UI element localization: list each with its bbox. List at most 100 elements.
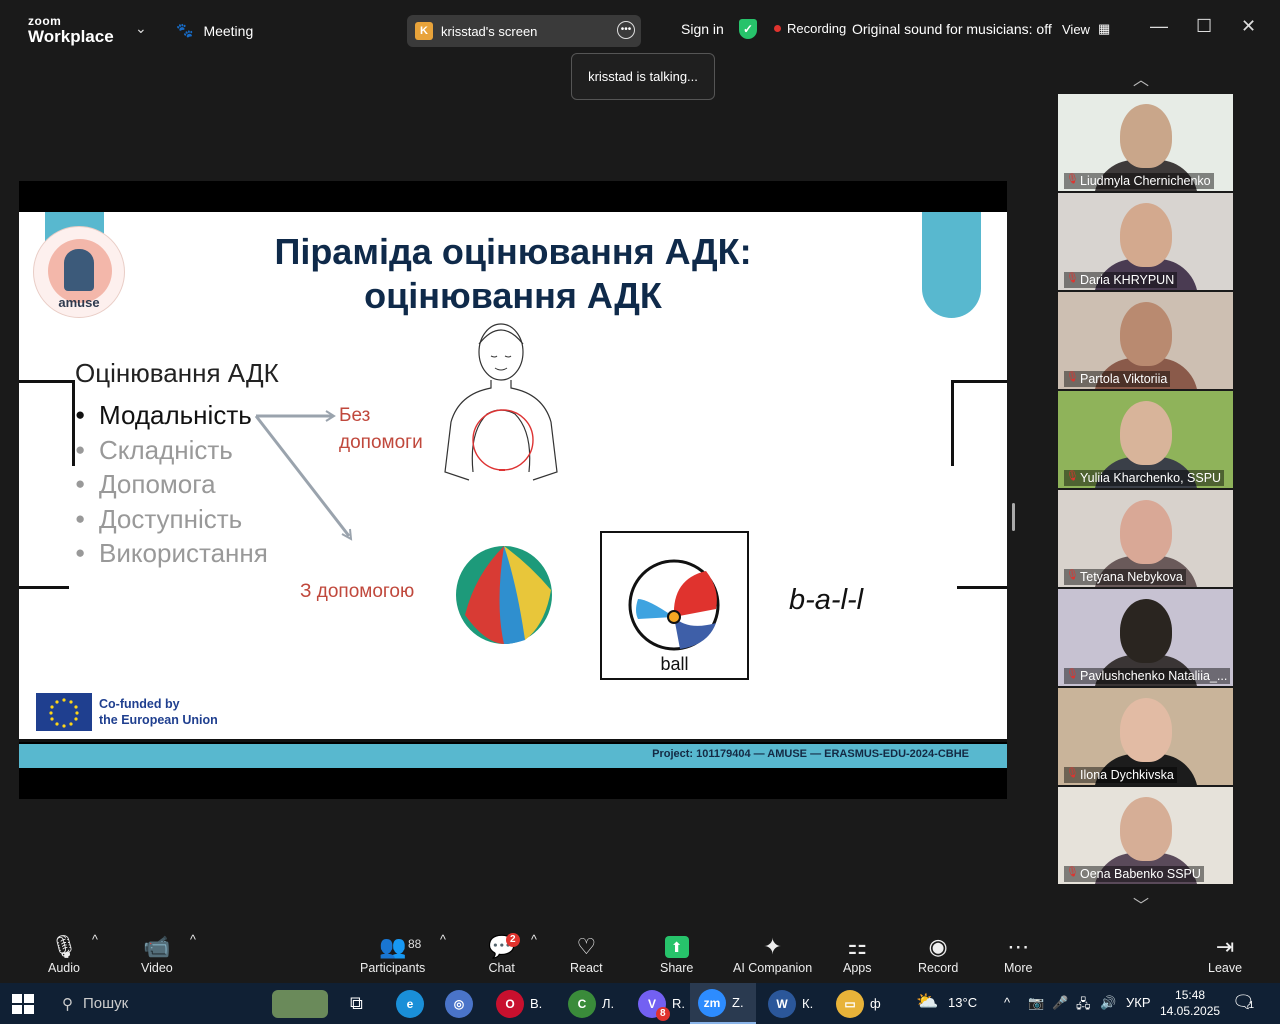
participant-name: Yuliia Kharchenko, SSPU	[1064, 470, 1225, 486]
participant-video	[1120, 599, 1172, 663]
participant-tile[interactable]: Ilona Dychkivska	[1058, 688, 1233, 785]
clock-date: 14.05.2025	[1160, 1004, 1221, 1018]
windows-start-icon[interactable]	[12, 994, 34, 1014]
leave-button[interactable]: ⇥ Leave	[1208, 933, 1242, 975]
shield-check-icon[interactable]: ✓	[739, 19, 757, 39]
leave-door-icon: ⇥	[1215, 934, 1235, 959]
audio-options-caret-icon[interactable]: ^	[92, 933, 98, 947]
task-view-button[interactable]: ⧉	[342, 983, 363, 1024]
participant-name: Oena Babenko SSPU	[1064, 866, 1204, 882]
sign-in-button[interactable]: Sign in	[681, 21, 724, 37]
more-button[interactable]: ⋯ More	[1004, 933, 1032, 975]
mic-tray-icon[interactable]: 🎤	[1052, 995, 1068, 1011]
record-button[interactable]: ◉ Record	[918, 933, 958, 975]
no-help-label: Без допомоги	[339, 402, 423, 456]
no-help-line-1: Без	[339, 405, 371, 426]
participant-tile[interactable]: Daria KHRYPUN	[1058, 193, 1233, 290]
more-options-icon[interactable]: •••	[617, 21, 635, 39]
taskbar-explorer[interactable]: ▭ ф	[828, 983, 894, 1024]
notifications-button[interactable]: 🗨 1	[1232, 992, 1255, 1013]
participants-caret-icon[interactable]: ^	[440, 933, 446, 947]
taskbar-edge[interactable]: e	[388, 983, 424, 1024]
participant-video	[1120, 302, 1172, 366]
chrome-icon: C	[568, 989, 596, 1018]
slide-title: Піраміда оцінювання АДК: оцінювання АДК	[179, 230, 847, 318]
scroll-up-icon[interactable]: ︿	[1133, 66, 1149, 90]
recording-label: Recording	[787, 21, 847, 36]
taskbar-chrome[interactable]: C Л.	[560, 983, 626, 1024]
close-icon[interactable]: ✕	[1241, 16, 1256, 37]
bracket-left	[19, 380, 75, 466]
video-label: Video	[141, 961, 173, 975]
participant-tile[interactable]: Pavlushchenko Nataliia_...	[1058, 589, 1233, 686]
criteria-item: Допомога	[75, 467, 268, 502]
chat-badge: 2	[506, 933, 520, 947]
more-dots-icon: ⋯	[1007, 934, 1030, 959]
taskbar-widget-landscape[interactable]	[264, 983, 328, 1024]
eu-line-2: the European Union	[99, 713, 218, 727]
amuse-logo: amuse	[33, 226, 125, 318]
taskbar-search[interactable]: ⚲ Пошук	[48, 983, 256, 1024]
screen-share-pill[interactable]: K krisstad's screen •••	[407, 15, 641, 47]
react-button[interactable]: ♡ React	[570, 933, 603, 975]
sharer-avatar: K	[415, 22, 433, 40]
taskbar-word[interactable]: W К.	[760, 983, 826, 1024]
participants-count: 88	[408, 937, 422, 951]
participant-video	[1120, 500, 1172, 564]
recording-indicator[interactable]: Recording	[774, 21, 846, 36]
ai-companion-button[interactable]: ✦ AI Companion	[733, 933, 812, 975]
taskbar-zoom[interactable]: zm Z.	[690, 983, 756, 1024]
video-button[interactable]: 📹 Video	[141, 933, 173, 975]
ball-photo	[456, 546, 552, 644]
meeting-menu[interactable]: 🐾 Meeting	[176, 22, 253, 39]
language-indicator[interactable]: УКР	[1126, 995, 1151, 1010]
participant-tile[interactable]: Yuliia Kharchenko, SSPU	[1058, 391, 1233, 488]
volume-icon[interactable]: 🔊	[1100, 995, 1116, 1011]
panel-resize-handle[interactable]	[1012, 503, 1015, 531]
taskbar-viber[interactable]: V R. 8	[630, 983, 696, 1024]
view-menu[interactable]: View ▦	[1062, 21, 1110, 37]
search-placeholder: Пошук	[83, 995, 129, 1012]
taskbar-app-label: R.	[672, 996, 685, 1011]
shared-slide: amuse Піраміда оцінювання АДК: оцінюванн…	[19, 212, 1007, 742]
taskbar-clock[interactable]: 15:48 14.05.2025	[1160, 987, 1220, 1019]
tray-overflow-icon[interactable]: ^	[1004, 995, 1010, 1010]
apps-icon: ⚏	[847, 934, 868, 959]
original-sound-toggle[interactable]: Original sound for musicians: off	[852, 21, 1052, 37]
participant-video	[1120, 104, 1172, 168]
participant-name: Pavlushchenko Nataliia_...	[1064, 668, 1231, 684]
meeting-label: Meeting	[203, 22, 254, 39]
maximize-icon[interactable]: ☐	[1196, 16, 1212, 37]
scroll-down-icon[interactable]: ﹀	[1133, 892, 1149, 916]
share-button[interactable]: ⬆ Share	[660, 933, 693, 975]
explorer-icon: ▭	[836, 989, 864, 1018]
bracket-right	[951, 380, 1007, 466]
record-label: Record	[918, 961, 959, 975]
participant-tile[interactable]: Tetyana Nebykova	[1058, 490, 1233, 587]
camera-tray-icon[interactable]: 📷	[1028, 995, 1044, 1011]
weather-temp: 13°C	[948, 995, 978, 1010]
taskbar-browser[interactable]: ◎	[437, 983, 473, 1024]
ai-companion-label: AI Companion	[733, 961, 813, 975]
decor-teal-right	[922, 212, 981, 318]
minimize-icon[interactable]: —	[1150, 16, 1168, 37]
chevron-down-icon[interactable]: ⌄	[135, 20, 147, 37]
sign-language-figure	[444, 323, 558, 481]
network-icon[interactable]: 🖧	[1076, 995, 1091, 1017]
bracket-right-bottom	[957, 586, 1007, 589]
taskbar-app-label: Л.	[602, 996, 615, 1011]
windows-taskbar: ⚲ Пошук ⧉ e ◎ O В. C Л. V R. 8 zm Z. W К. ▭ ф ⛅ 13°C…	[0, 983, 1280, 1024]
taskbar-opera[interactable]: O В.	[488, 983, 554, 1024]
video-options-caret-icon[interactable]: ^	[190, 933, 196, 947]
participant-strip: Liudmyla Chernichenko Daria KHRYPUN Partol…	[1058, 94, 1233, 886]
apps-label: Apps	[843, 961, 872, 975]
apps-button[interactable]: ⚏ Apps	[843, 933, 872, 975]
audio-button[interactable]: 🎙 Audio	[48, 933, 80, 975]
symbol-label: ball	[660, 654, 689, 674]
speaker-tooltip: krisstad is talking...	[571, 53, 715, 100]
participant-tile[interactable]: Liudmyla Chernichenko	[1058, 94, 1233, 191]
participant-tile[interactable]: Oena Babenko SSPU	[1058, 787, 1233, 884]
chat-caret-icon[interactable]: ^	[531, 933, 537, 947]
participant-tile[interactable]: Partola Viktoriia	[1058, 292, 1233, 389]
weather-widget[interactable]: ⛅ 13°C	[916, 991, 977, 1012]
